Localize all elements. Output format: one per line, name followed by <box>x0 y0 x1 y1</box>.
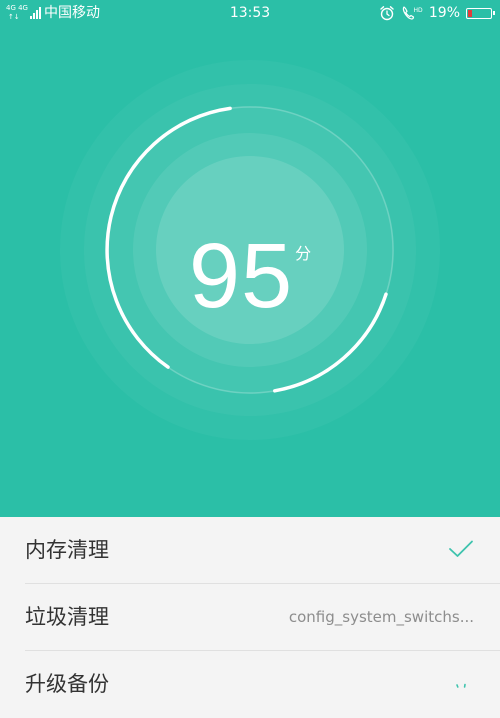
svg-text:HD: HD <box>413 7 423 14</box>
alarm-icon <box>380 6 394 21</box>
list-item-label: 升级备份 <box>25 672 109 696</box>
list-item-label: 垃圾清理 <box>25 605 109 629</box>
battery-percent: 19% <box>428 5 460 21</box>
list-item-memory-cleanup[interactable]: 内存清理 <box>0 517 500 584</box>
score-display: 95 分 <box>0 228 500 324</box>
status-bar: 4G 4G ↑↓ 中国移动 13:53 HD 19% <box>0 0 500 26</box>
list-item-junk-cleanup[interactable]: 垃圾清理 config_system_switchs... <box>0 584 500 651</box>
hd-call-icon: HD <box>402 6 423 20</box>
score-unit: 分 <box>295 244 312 263</box>
status-right: HD 19% <box>379 4 495 22</box>
check-icon <box>448 539 474 559</box>
list-item-upgrade-backup[interactable]: 升级备份 <box>0 651 500 718</box>
score-panel: 4G 4G ↑↓ 中国移动 13:53 HD 19% 95 分 <box>0 0 500 517</box>
loading-spinner-icon <box>448 673 474 699</box>
check-list: 内存清理 垃圾清理 config_system_switchs... 升级备份 <box>0 517 500 711</box>
list-item-label: 内存清理 <box>25 538 109 562</box>
list-item-value: config_system_switchs... <box>288 608 474 626</box>
battery-icon <box>466 7 495 19</box>
score-value: 95 <box>188 225 294 327</box>
